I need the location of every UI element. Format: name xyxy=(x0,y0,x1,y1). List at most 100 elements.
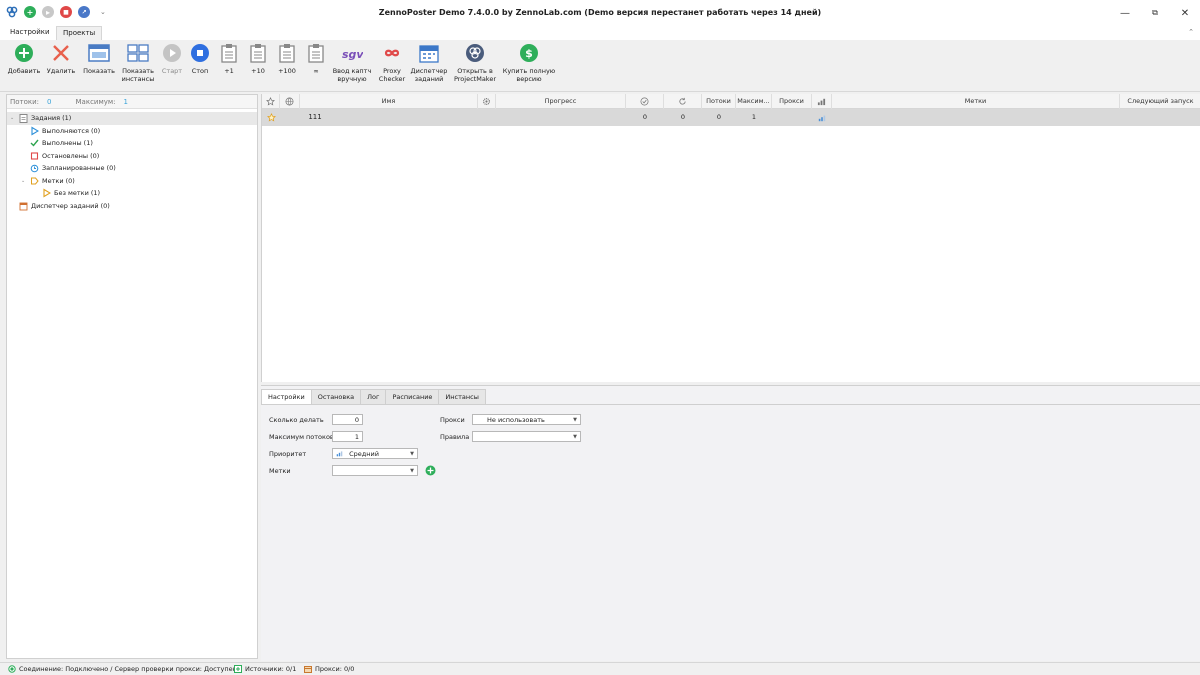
col-fail-header[interactable] xyxy=(664,94,702,109)
stop-button-label: Стоп xyxy=(191,67,209,75)
how-many-label: Сколько делать xyxy=(269,416,324,424)
globe-icon xyxy=(285,97,294,106)
plus-100-label: +100 xyxy=(278,67,296,75)
col-name-header[interactable]: Имя xyxy=(300,94,478,109)
task-manager-button[interactable]: Диспетчер заданий xyxy=(410,42,448,83)
ribbon-collapse-icon[interactable]: ⌃ xyxy=(1188,28,1194,36)
priority-select[interactable]: Средний ▼ xyxy=(332,448,418,459)
stop-button[interactable]: Стоп xyxy=(189,42,211,75)
col-proxy-header[interactable]: Прокси xyxy=(772,94,812,109)
rules-label: Правила xyxy=(440,433,470,441)
tab-projects[interactable]: Проекты xyxy=(56,26,103,40)
col-labels-header[interactable]: Метки xyxy=(832,94,1120,109)
svg-text:$: $ xyxy=(525,47,533,60)
window-icon xyxy=(88,42,110,64)
max-threads-input[interactable]: 1 xyxy=(332,431,363,442)
tab-instances[interactable]: Инстансы xyxy=(438,389,486,404)
task-tree: ⌄ Задания (1) Выполняются (0) Выполнены … xyxy=(7,109,257,212)
col-status-header[interactable] xyxy=(280,94,300,109)
tree-item-label: Задания (1) xyxy=(31,114,72,123)
tree-item-no-label[interactable]: Без метки (1) xyxy=(7,187,257,200)
add-icon xyxy=(13,42,35,64)
status-bar: Соединение: Подключено / Сервер проверки… xyxy=(0,662,1200,675)
col-threads-header[interactable]: Потоки xyxy=(702,94,736,109)
proxy-checker-button[interactable]: Proxy Checker xyxy=(377,42,407,83)
show-instances-button[interactable]: Показать инстансы xyxy=(120,42,156,83)
tree-expand-icon[interactable]: ⌄ xyxy=(10,115,18,121)
proxies-status: Прокси: 0/0 xyxy=(304,665,354,673)
open-projectmaker-button[interactable]: Открыть в ProjectMaker xyxy=(453,42,497,83)
plus-10-label: +10 xyxy=(251,67,265,75)
tree-item-label: Метки (0) xyxy=(42,176,75,185)
tree-expand-icon[interactable]: ⌄ xyxy=(21,178,29,184)
col-success-header[interactable] xyxy=(626,94,664,109)
plus-10-button[interactable]: +10 xyxy=(247,42,269,75)
add-button[interactable]: Добавить xyxy=(8,42,40,75)
clipboard-icon xyxy=(18,113,28,124)
dollar-icon: $ xyxy=(518,42,540,64)
star-favorite-icon[interactable] xyxy=(262,109,280,126)
tree-item-completed[interactable]: Выполнены (1) xyxy=(7,137,257,150)
buy-full-version-button[interactable]: $ Купить полную версию xyxy=(502,42,556,83)
tree-item-stopped[interactable]: Остановлены (0) xyxy=(7,150,257,163)
instances-grid-icon xyxy=(127,42,149,64)
infinity-button[interactable]: ∞ xyxy=(305,42,327,75)
check-circle-icon xyxy=(640,97,649,106)
tab-schedule[interactable]: Расписание xyxy=(385,389,440,404)
minimize-button[interactable]: — xyxy=(1110,0,1140,26)
task-tree-panel: Потоки: 0 Максимум: 1 ⌄ Задания (1) Выпо… xyxy=(6,94,258,659)
col-max-header[interactable]: Максим... xyxy=(736,94,772,109)
chevron-down-icon: ▼ xyxy=(573,434,577,440)
tab-settings[interactable]: Настройки xyxy=(4,26,56,40)
manual-captcha-button[interactable]: sgv Ввод каптч вручную xyxy=(332,42,372,83)
proxy-checker-label: Proxy Checker xyxy=(378,67,406,83)
col-settings-header[interactable] xyxy=(478,94,496,109)
success-count-cell: 0 xyxy=(642,113,648,121)
plus-1-button[interactable]: +1 xyxy=(218,42,240,75)
show-instances-button-label: Показать инстансы xyxy=(121,67,155,83)
col-next-run-header[interactable]: Следующий запуск xyxy=(1120,94,1200,109)
start-button[interactable]: Старт xyxy=(160,42,184,75)
calendar-icon xyxy=(18,201,28,211)
delete-button[interactable]: Удалить xyxy=(46,42,76,75)
show-button[interactable]: Показать xyxy=(83,42,115,75)
plus-100-button[interactable]: +100 xyxy=(276,42,298,75)
col-progress-header[interactable]: Прогресс xyxy=(496,94,626,109)
stop-icon xyxy=(189,42,211,64)
tree-item-label: Выполняются (0) xyxy=(42,126,101,135)
col-favorite-header[interactable] xyxy=(262,94,280,109)
how-many-input[interactable]: 0 xyxy=(332,414,363,425)
tab-log[interactable]: Лог xyxy=(360,389,387,404)
tab-stop[interactable]: Остановка xyxy=(310,389,362,404)
settings-tabs: Настройки Остановка Лог Расписание Инста… xyxy=(261,389,486,404)
add-label-button[interactable] xyxy=(425,465,436,476)
rules-select[interactable]: ▼ xyxy=(472,431,581,442)
max-label: Максимум: xyxy=(75,97,116,106)
start-button-label: Старт xyxy=(161,67,183,75)
manual-captcha-label: Ввод каптч вручную xyxy=(332,67,372,83)
tree-item-labels[interactable]: ⌄ Метки (0) xyxy=(7,175,257,188)
threads-summary: Потоки: 0 Максимум: 1 xyxy=(7,95,257,109)
restore-button[interactable]: ⧉ xyxy=(1140,0,1170,26)
priority-bars-icon xyxy=(812,109,832,126)
priority-bars-icon xyxy=(336,451,343,457)
show-button-label: Показать xyxy=(83,67,115,75)
tree-item-label: Без метки (1) xyxy=(54,189,101,198)
tab-settings[interactable]: Настройки xyxy=(261,389,312,404)
proxy-label: Прокси xyxy=(440,416,465,424)
tree-item-tasks[interactable]: ⌄ Задания (1) xyxy=(7,112,257,125)
col-priority-header[interactable] xyxy=(812,94,832,109)
clipboard-icon xyxy=(305,42,327,64)
play-outline-icon xyxy=(29,126,39,136)
svg-text:sgv: sgv xyxy=(342,48,363,61)
tree-item-task-manager[interactable]: Диспетчер заданий (0) xyxy=(7,200,257,213)
clipboard-icon xyxy=(247,42,269,64)
close-button[interactable]: ✕ xyxy=(1170,0,1200,26)
settings-tab-body: Сколько делать 0 Максимум потоков 1 Прио… xyxy=(261,404,1200,661)
tree-item-running[interactable]: Выполняются (0) xyxy=(7,125,257,138)
proxy-select[interactable]: Не использовать ▼ xyxy=(472,414,581,425)
threads-cell: 0 xyxy=(716,113,722,121)
labels-select[interactable]: ▼ xyxy=(332,465,418,476)
tree-item-scheduled[interactable]: Запланированные (0) xyxy=(7,162,257,175)
table-row[interactable]: 111 0 0 0 1 xyxy=(262,109,1200,126)
